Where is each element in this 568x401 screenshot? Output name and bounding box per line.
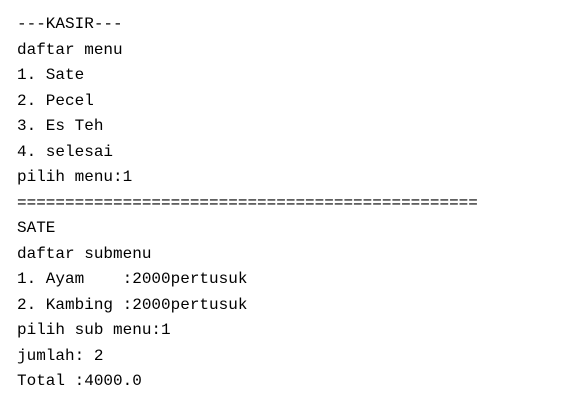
submenu-list-title: daftar submenu (17, 244, 152, 263)
console-output: ---KASIR--- daftar menu 1. Sate 2. Pecel… (0, 0, 568, 401)
menu-choice-prompt: pilih menu:1 (17, 168, 133, 186)
menu-list-title: daftar menu (17, 40, 123, 59)
menu-item-sate: 1. Sate (17, 66, 85, 84)
quantity-line: jumlah: 2 (17, 346, 104, 365)
submenu-header-sate: SATE (17, 219, 56, 237)
submenu-choice-prompt: pilih sub menu:1 (17, 321, 171, 339)
menu-item-es-teh: 3. Es Teh (17, 117, 104, 135)
kasir-header: ---KASIR--- (17, 15, 123, 33)
total-line: Total :4000.0 (17, 372, 142, 390)
menu-item-selesai: 4. selesai (17, 142, 114, 161)
submenu-item-kambing: 2. Kambing :2000pertusuk (17, 295, 248, 314)
separator-line: ========================================… (17, 193, 478, 212)
submenu-item-ayam: 1. Ayam :2000pertusuk (17, 270, 248, 288)
menu-item-pecel: 2. Pecel (17, 91, 94, 110)
